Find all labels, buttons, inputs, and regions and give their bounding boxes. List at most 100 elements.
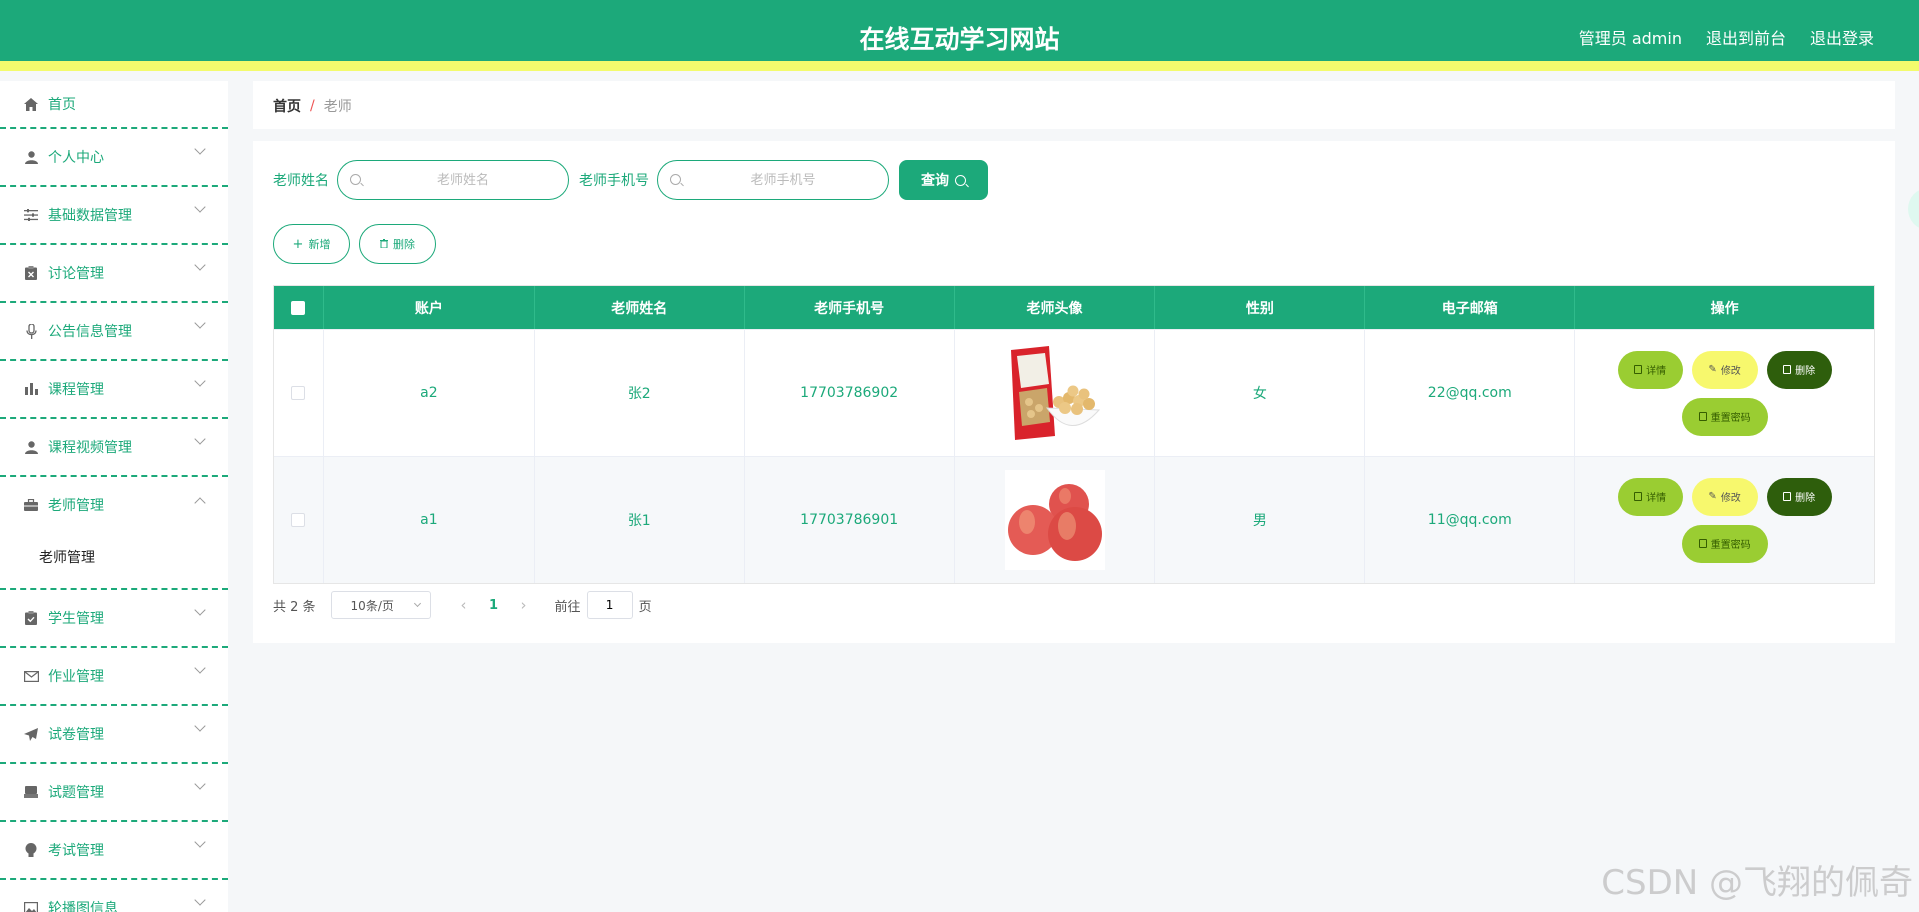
breadcrumb-separator: / [310,98,315,114]
query-button[interactable]: 查询 [899,160,988,200]
breadcrumb: 首页 / 老师 [273,96,352,116]
search-form: 老师姓名 老师手机号 查询 [273,160,988,200]
search-icon [670,174,681,185]
bulb-icon [22,841,40,859]
floating-widget[interactable] [1908,188,1919,230]
edit-button[interactable]: ✎ 修改 [1691,477,1758,516]
detail-button[interactable]: 详情 [1617,350,1683,389]
add-button[interactable]: + 新增 [273,224,350,264]
gender-cell: 女 [1155,330,1366,456]
sidebar-item-question[interactable]: 试题管理 [0,764,228,822]
sidebar-item-label: 基础数据管理 [48,208,132,224]
teacher-name-input[interactable] [368,169,558,191]
batch-delete-button[interactable]: 删除 [359,224,436,264]
breadcrumb-home[interactable]: 首页 [273,96,301,116]
column-header: 操作 [1710,300,1739,317]
search-icon [955,174,966,186]
email-cell: 22@qq.com [1365,330,1576,456]
row-actions: 详情 ✎ 修改 删除 重置密码 [1615,477,1835,563]
goto-page-input[interactable] [586,591,633,619]
pagination-total: 共 2 条 [273,599,316,615]
avatar[interactable] [1004,343,1105,443]
trash-icon [1783,365,1792,374]
sidebar-item-discussion[interactable]: 讨论管理 [0,245,228,303]
chevron-down-icon [194,894,206,906]
chevron-down-icon [194,836,206,848]
operations-cell: 详情 ✎ 修改 删除 重置密码 [1575,457,1874,583]
user-icon [22,148,40,166]
reset-password-button[interactable]: 重置密码 [1681,524,1768,563]
row-select-cell [274,457,324,583]
sidebar-item-teacher[interactable]: 老师管理 [0,477,228,535]
chevron-down-icon [194,259,206,271]
next-page-button[interactable]: › [509,596,539,614]
sidebar-item-home[interactable]: 首页 [0,81,228,129]
delete-button[interactable]: 删除 [1766,477,1832,516]
teacher-phone-cell: 17703786902 [745,330,955,456]
sidebar-item-basic-data[interactable]: 基础数据管理 [0,187,228,245]
pencil-icon: ✎ [1708,491,1717,502]
sidebar-item-student[interactable]: 学生管理 [0,590,228,648]
snack-bag-image [1010,346,1100,440]
sidebar-item-announcement[interactable]: 公告信息管理 [0,303,228,361]
main-content: 老师姓名 老师手机号 查询 + 新增 删除 账户 老 [253,141,1895,643]
header-links: 管理员 admin 退出到前台 退出登录 [1579,25,1874,49]
sidebar-item-label: 公告信息管理 [48,324,132,340]
delete-button-label: 删除 [1795,366,1816,377]
edit-button[interactable]: ✎ 修改 [1691,350,1758,389]
select-all-checkbox[interactable] [291,300,306,315]
teacher-name-cell: 张1 [535,457,745,583]
sidebar-item-label: 考试管理 [48,843,104,859]
teacher-phone-field [657,160,889,200]
inbox-icon [22,783,40,801]
column-header: 账户 [324,286,535,329]
trash-icon [380,238,388,251]
teacher-name-field [337,160,569,200]
account-cell: a1 [324,457,535,583]
logout-link[interactable]: 退出登录 [1810,25,1874,49]
sidebar-item-profile[interactable]: 个人中心 [0,129,228,187]
page-size-select[interactable]: 10条/页 [330,591,431,619]
chevron-down-icon [194,433,206,445]
search-icon [350,174,361,185]
document-icon [1698,412,1707,421]
reset-password-button-label: 重置密码 [1710,413,1751,424]
sidebar-item-label: 试题管理 [48,785,104,801]
select-all-cell [274,286,324,329]
sidebar-item-exam-paper[interactable]: 试卷管理 [0,706,228,764]
front-page-link[interactable]: 退出到前台 [1706,25,1786,49]
account-cell: a2 [324,330,535,456]
teacher-phone-input[interactable] [688,169,878,191]
delete-button[interactable]: 删除 [1766,350,1832,389]
avatar[interactable] [1004,470,1105,570]
row-checkbox[interactable] [291,513,306,527]
row-checkbox[interactable] [291,386,306,400]
admin-user-label[interactable]: 管理员 admin [1579,25,1682,49]
sliders-icon [22,206,40,224]
action-bar: + 新增 删除 [273,224,436,264]
detail-button[interactable]: 详情 [1617,477,1683,516]
sidebar-item-banner[interactable]: 轮播图信息 [0,880,228,912]
chevron-down-icon [194,662,206,674]
sidebar-item-course[interactable]: 课程管理 [0,361,228,419]
chevron-down-icon [194,604,206,616]
page-size-value: 10条/页 [350,598,394,613]
sidebar-item-label: 学生管理 [48,611,104,627]
user-icon [22,438,40,456]
sidebar-item-homework[interactable]: 作业管理 [0,648,228,706]
batch-delete-button-label: 删除 [393,238,415,251]
sidebar-item-course-video[interactable]: 课程视频管理 [0,419,228,477]
reset-password-button[interactable]: 重置密码 [1681,397,1768,436]
sidebar-item-exam[interactable]: 考试管理 [0,822,228,880]
envelope-icon [22,667,40,685]
plus-icon: + [292,236,304,252]
prev-page-button[interactable]: ‹ [449,596,479,614]
breadcrumb-current: 老师 [323,99,352,115]
sidebar-item-label: 作业管理 [48,669,104,685]
sidebar-item-label: 课程视频管理 [48,440,132,456]
submenu-item-teacher-management[interactable]: 老师管理 [0,535,228,590]
sidebar-item-label: 课程管理 [48,382,104,398]
page-number-button[interactable]: 1 [479,598,509,613]
bar-chart-icon [22,380,40,398]
breadcrumb-bar: 首页 / 老师 [253,81,1895,129]
